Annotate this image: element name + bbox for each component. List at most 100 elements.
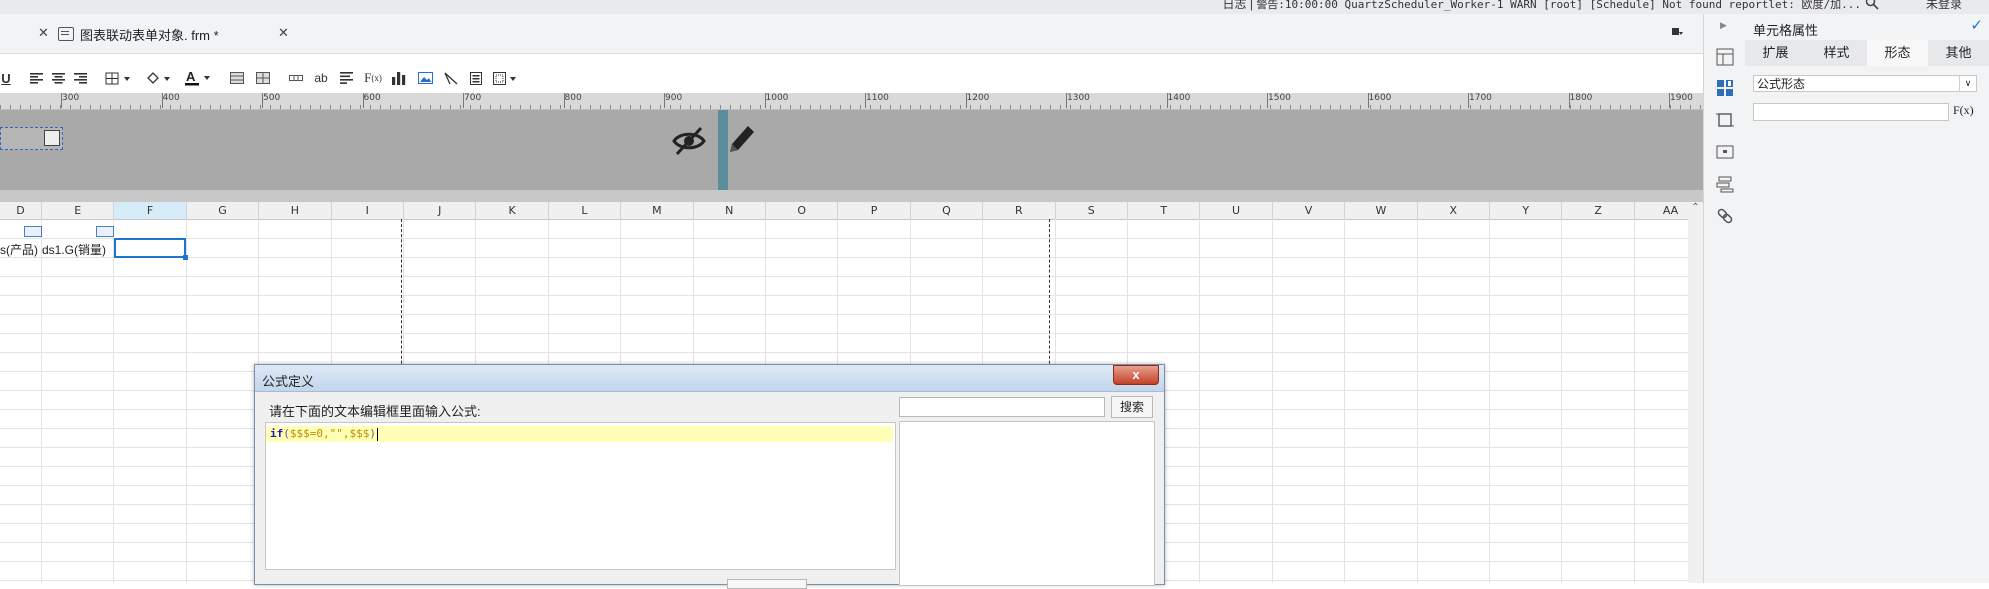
column-header-v[interactable]: V [1272, 202, 1346, 220]
selected-widget[interactable] [0, 127, 63, 150]
column-header-p[interactable]: P [838, 202, 911, 220]
log-message[interactable]: 日志 | 警告:10:00:00 QuartzScheduler_Worker-… [1222, 0, 1861, 12]
form-type-select[interactable]: 公式形态 ∨ [1753, 75, 1977, 92]
column-header-q[interactable]: Q [910, 202, 984, 220]
formula-close-paren: ) [369, 427, 376, 440]
status-bar: 日志 | 警告:10:00:00 QuartzScheduler_Worker-… [0, 0, 1989, 14]
text-caret [376, 427, 378, 441]
tab-form[interactable]: 形态 [1867, 40, 1928, 66]
column-header-g[interactable]: G [186, 202, 260, 220]
tab-style[interactable]: 样式 [1806, 40, 1867, 66]
image-icon[interactable] [416, 67, 434, 89]
grid-row [0, 276, 1688, 296]
chart-icon[interactable] [390, 67, 408, 89]
hidden-eye-icon[interactable] [672, 124, 706, 158]
vertical-scrollbar[interactable]: ⌃ [1688, 202, 1703, 583]
tab-expand[interactable]: 扩展 [1745, 40, 1806, 66]
merge-icon[interactable] [228, 67, 246, 89]
ruler-mark: 900 [663, 93, 683, 108]
column-header-d[interactable]: D [0, 202, 42, 220]
widget-settings-icon[interactable] [1716, 143, 1734, 161]
align-left-icon[interactable] [28, 67, 44, 89]
border-icon[interactable] [104, 67, 132, 89]
ruler-mark: 1900 [1669, 93, 1693, 108]
cell-attr-icon[interactable] [1716, 79, 1734, 97]
panel-tabs: 扩展 样式 形态 其他 [1745, 40, 1989, 66]
column-header-l[interactable]: L [548, 202, 622, 220]
function-list[interactable] [899, 421, 1155, 586]
form-header-section [0, 110, 1703, 190]
formula-icon[interactable]: F (x) [362, 67, 384, 89]
dialog-button[interactable] [727, 579, 807, 589]
slash-icon[interactable] [442, 67, 460, 89]
insert-row-icon[interactable] [288, 67, 304, 89]
grid-row [0, 333, 1688, 353]
column-header-t[interactable]: T [1128, 202, 1201, 220]
column-header-j[interactable]: J [404, 202, 477, 220]
function-search-input[interactable] [899, 397, 1105, 417]
text-wrap-icon[interactable] [337, 67, 355, 89]
column-header-x[interactable]: X [1417, 202, 1490, 220]
toolbar: U A ab F (x) [0, 67, 1703, 92]
check-icon[interactable]: ✓ [1970, 16, 1983, 34]
fill-color-icon[interactable] [144, 67, 172, 89]
tab-form-file[interactable]: 图表联动表单对象. frm * [58, 23, 219, 45]
search-button[interactable]: 搜索 [1111, 396, 1153, 418]
collapse-arrow-icon[interactable]: ▶ [1720, 20, 1727, 31]
column-header-m[interactable]: M [621, 202, 694, 220]
login-link[interactable]: 未登录 [1926, 0, 1962, 12]
align-center-icon[interactable] [50, 67, 66, 89]
chevron-down-icon[interactable]: ∨ [1959, 76, 1976, 91]
dialog-close-button[interactable]: x [1113, 365, 1159, 385]
column-header-k[interactable]: K [476, 202, 549, 220]
fill-handle[interactable] [183, 255, 188, 260]
layout-icon[interactable] [1716, 48, 1734, 66]
column-header-h[interactable]: H [259, 202, 332, 220]
close-icon[interactable]: ✕ [278, 25, 289, 41]
ruler-mark: 400 [161, 93, 180, 108]
column-header-s[interactable]: S [1055, 202, 1128, 220]
pencil-icon[interactable] [726, 122, 756, 156]
column-header-e[interactable]: E [42, 202, 115, 220]
condition-icon[interactable] [1716, 175, 1734, 193]
unmerge-icon[interactable] [254, 67, 272, 89]
close-icon[interactable]: ✕ [38, 25, 49, 41]
align-right-icon[interactable] [72, 67, 88, 89]
formula-line[interactable]: if($$$=0,"",$$$) [266, 426, 893, 442]
crop-icon[interactable] [1716, 111, 1734, 129]
more-icon[interactable] [492, 67, 520, 89]
cell-e2[interactable]: ds1.G(销量) [42, 241, 106, 258]
column-header-f[interactable]: F [114, 202, 187, 220]
dialog-titlebar[interactable]: 公式定义 x [255, 365, 1164, 392]
column-header-n[interactable]: N [693, 202, 766, 220]
log-label[interactable]: 日志 [1222, 0, 1246, 11]
column-header-y[interactable]: Y [1490, 202, 1563, 220]
formula-editor-button[interactable]: F(x) [1953, 103, 1974, 118]
search-icon[interactable] [1865, 0, 1879, 13]
scroll-up-icon[interactable]: ⌃ [1688, 202, 1703, 213]
formula-input[interactable] [1753, 103, 1949, 121]
formula-open-paren: ( [283, 427, 290, 440]
form-file-icon [58, 27, 74, 41]
column-header-z[interactable]: Z [1562, 202, 1635, 220]
column-header-aa[interactable]: AA [1634, 202, 1688, 220]
formula-editor[interactable]: if($$$=0,"",$$$) [265, 422, 896, 570]
column-header-r[interactable]: R [983, 202, 1056, 220]
column-header-i[interactable]: I [331, 202, 404, 220]
font-color-icon[interactable]: A [184, 67, 212, 89]
underline-button[interactable]: U [0, 67, 12, 89]
separator: | [1249, 0, 1253, 11]
cell-d2[interactable]: s(产品) [0, 241, 38, 258]
tab-other[interactable]: 其他 [1928, 40, 1989, 66]
column-header-o[interactable]: O [766, 202, 839, 220]
selected-cell-f2[interactable] [114, 238, 186, 258]
tab-menu-icon[interactable] [1671, 26, 1683, 41]
expand-marker-icon [96, 226, 114, 237]
column-header-w[interactable]: W [1345, 202, 1418, 220]
text-abbr-icon[interactable]: ab [312, 67, 330, 89]
grid-row [0, 314, 1688, 334]
svg-text:A: A [186, 70, 196, 84]
sub-report-icon[interactable] [467, 67, 485, 89]
hyperlink-icon[interactable] [1716, 207, 1734, 225]
column-header-u[interactable]: U [1200, 202, 1273, 220]
